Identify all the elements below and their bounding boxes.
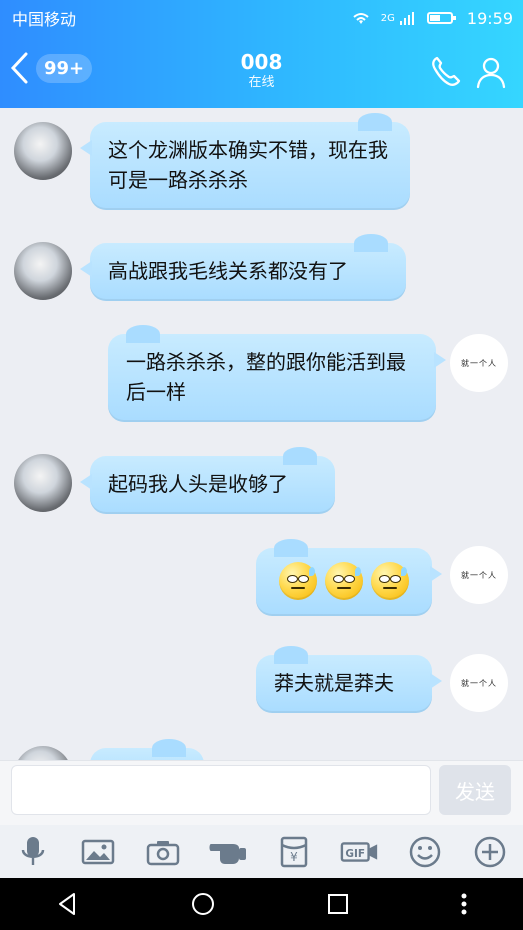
signal-label: 2G xyxy=(380,12,395,24)
sweat-emoji-icon xyxy=(325,562,363,600)
avatar[interactable] xyxy=(14,454,72,512)
message-row: 就一个人 xyxy=(450,334,508,392)
status-bar: 中国移动 2G 19:59 xyxy=(0,0,523,36)
photo-button[interactable] xyxy=(78,832,118,872)
top-bar: 中国移动 2G 19:59 99+ 008 在线 xyxy=(0,0,523,108)
plus-icon xyxy=(475,836,506,867)
message-bubble[interactable]: 莽夫就是莽夫 xyxy=(256,646,442,713)
status-icons: 2G 19:59 xyxy=(351,9,513,28)
wifi-icon xyxy=(353,13,369,24)
avatar[interactable] xyxy=(14,122,72,180)
avatar[interactable]: 就一个人 xyxy=(450,546,508,604)
voice-button[interactable] xyxy=(13,832,53,872)
emoji-icon xyxy=(409,836,441,867)
more-options-icon[interactable] xyxy=(459,890,469,918)
gif-button[interactable]: GIF xyxy=(340,832,380,872)
avatar[interactable] xyxy=(14,242,72,300)
message-row xyxy=(14,242,72,300)
gif-label: GIF xyxy=(345,847,365,859)
red-packet-icon: ¥ xyxy=(280,836,308,867)
message-bubble[interactable]: 起码我人头是收够了 xyxy=(80,447,335,514)
message-bubble[interactable]: 一路杀杀杀，整的跟你能活到最后一样 xyxy=(108,325,446,422)
recent-apps-icon[interactable] xyxy=(324,890,352,918)
signal-icon xyxy=(399,12,414,25)
input-bar: 发送 xyxy=(0,760,523,826)
message-bubble-partial[interactable] xyxy=(90,739,204,760)
android-navigation-bar xyxy=(0,878,523,930)
clock: 19:59 xyxy=(466,8,513,28)
sweat-emoji-icon xyxy=(279,562,317,600)
poke-button[interactable] xyxy=(209,832,249,872)
avatar-text: 就一个人 xyxy=(461,570,497,580)
message-text: 这个龙渊版本确实不错，现在我可是一路杀杀杀 xyxy=(108,138,388,192)
chat-area: 这个龙渊版本确实不错，现在我可是一路杀杀杀 高战跟我毛线关系都没有了 一路杀杀杀… xyxy=(0,108,523,760)
avatar[interactable] xyxy=(14,746,72,760)
chat-toolbar: ¥ GIF xyxy=(0,825,523,878)
emoji-row xyxy=(268,562,420,600)
avatar-text: 就一个人 xyxy=(461,358,497,368)
avatar[interactable]: 就一个人 xyxy=(450,334,508,392)
message-row xyxy=(14,122,72,180)
call-button[interactable] xyxy=(427,54,463,94)
carrier-name: 中国移动 xyxy=(12,10,77,29)
message-row xyxy=(14,454,72,512)
message-text: 高战跟我毛线关系都没有了 xyxy=(108,259,348,283)
more-button[interactable] xyxy=(470,832,510,872)
sweat-emoji-icon xyxy=(371,562,409,600)
image-icon xyxy=(81,839,115,864)
message-row xyxy=(14,746,72,760)
back-icon[interactable] xyxy=(54,890,82,918)
message-row: 就一个人 xyxy=(450,654,508,712)
message-bubble[interactable]: 这个龙渊版本确实不错，现在我可是一路杀杀杀 xyxy=(80,113,410,210)
message-row: 就一个人 xyxy=(450,546,508,604)
profile-button[interactable] xyxy=(473,54,509,94)
avatar-text: 就一个人 xyxy=(461,678,497,688)
message-text: 起码我人头是收够了 xyxy=(108,472,288,496)
emoji-button[interactable] xyxy=(405,832,445,872)
yen-sign: ¥ xyxy=(290,850,298,864)
send-button[interactable]: 发送 xyxy=(439,765,511,815)
person-icon xyxy=(476,57,506,89)
message-bubble[interactable]: 高战跟我毛线关系都没有了 xyxy=(80,234,406,301)
message-text: 莽夫就是莽夫 xyxy=(274,671,394,695)
poke-icon xyxy=(209,843,246,864)
message-input[interactable] xyxy=(11,765,431,815)
camera-button[interactable] xyxy=(143,832,183,872)
message-text: 一路杀杀杀，整的跟你能活到最后一样 xyxy=(126,350,406,404)
phone-icon xyxy=(432,56,461,86)
mic-icon xyxy=(21,836,44,865)
home-icon[interactable] xyxy=(189,890,217,918)
battery-icon xyxy=(426,12,456,24)
emoji-message-bubble[interactable] xyxy=(256,539,442,616)
gif-icon: GIF xyxy=(340,841,377,862)
red-packet-button[interactable]: ¥ xyxy=(274,832,314,872)
chat-header: 99+ 008 在线 xyxy=(0,36,523,108)
camera-icon xyxy=(147,840,180,865)
avatar[interactable]: 就一个人 xyxy=(450,654,508,712)
